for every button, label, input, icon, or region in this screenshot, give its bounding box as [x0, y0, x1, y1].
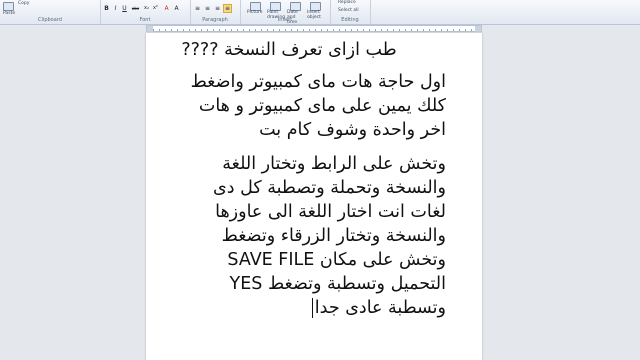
clipboard-group-label: Clipboard	[38, 17, 62, 23]
paste-icon[interactable]	[3, 2, 14, 11]
document-text[interactable]: طب ازاى تعرف النسخة ???? اول حاجة هات ما…	[160, 38, 446, 320]
copy-button[interactable]: Copy	[18, 1, 29, 6]
text-line: وتسطبة عادى جدا	[314, 298, 446, 318]
font-color-button[interactable]: A	[172, 4, 181, 13]
text-line: كلك يمين على ماى كمبيوتر و هات	[198, 96, 446, 116]
paragraph-1: اول حاجة هات ماى كمبيوتر واضغط كلك يمين …	[160, 70, 446, 142]
paragraph-group-label: Paragraph	[202, 17, 228, 23]
paragraph-2: وتخش على الرابط وتختار اللغة والنسخة وتح…	[160, 152, 446, 320]
highlight-button[interactable]: A	[162, 4, 171, 13]
font-group: B I U abc x₂ x² A A Font	[100, 0, 191, 24]
align-center-icon[interactable]: ≡	[203, 4, 212, 13]
align-right-icon[interactable]: ≡	[213, 4, 222, 13]
insert-group: Picture Paint drawing Date and time Inse…	[240, 0, 331, 25]
underline-button[interactable]: U	[120, 4, 129, 13]
font-group-label: Font	[139, 17, 151, 23]
text-line: وتخش على الرابط وتختار اللغة	[222, 154, 446, 174]
insert-group-label: Insert	[277, 17, 293, 23]
strikethrough-button[interactable]: abc	[130, 4, 141, 13]
text-line: والنسخة وتختار الزرقاء وتضغط	[221, 226, 446, 246]
paragraph-group: ≡ ≡ ≡ ≡ Paragraph	[190, 0, 241, 24]
paste-button[interactable]: Paste	[3, 11, 15, 16]
editing-group-label: Editing	[341, 17, 359, 23]
ruler-left-margin	[147, 26, 153, 32]
editing-group: Replace Select all Editing	[330, 0, 371, 24]
text-cursor	[311, 298, 313, 318]
bold-button[interactable]: B	[102, 4, 111, 13]
align-justify-icon[interactable]: ≡	[223, 4, 232, 13]
ribbon: Paste Copy Clipboard B I U abc x₂ x² A A…	[0, 0, 640, 25]
italic-button[interactable]: I	[111, 4, 120, 13]
ruler-right-margin	[475, 26, 481, 32]
text-line: لغات انت اختار اللغة الى عاوزها	[215, 202, 446, 222]
clipboard-group: Paste Copy Clipboard	[0, 0, 101, 24]
text-line: وتخش على مكان SAVE FILE	[227, 250, 446, 270]
picture-button[interactable]: Picture	[247, 10, 262, 15]
document-title: طب ازاى تعرف النسخة ????	[181, 40, 397, 60]
text-line: والنسخة وتحملة وتصطبة كل دى	[213, 178, 446, 198]
text-line: اول حاجة هات ماى كمبيوتر واضغط	[190, 72, 446, 92]
select-all-button[interactable]: Select all	[338, 8, 359, 13]
text-line: اخر واحدة وشوف كام بت	[259, 120, 446, 140]
text-line: التحميل وتسطبة وتضغط YES	[229, 274, 446, 294]
superscript-button[interactable]: x²	[151, 4, 160, 13]
horizontal-ruler[interactable]	[146, 25, 482, 32]
align-left-icon[interactable]: ≡	[193, 4, 202, 13]
subscript-button[interactable]: x₂	[142, 4, 151, 13]
replace-button[interactable]: Replace	[338, 0, 356, 5]
